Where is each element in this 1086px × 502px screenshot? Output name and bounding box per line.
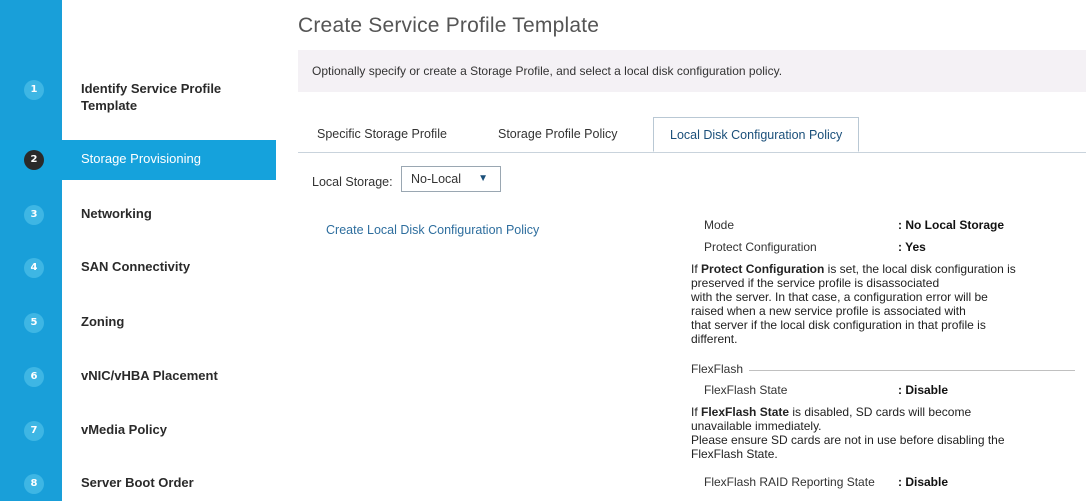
flexflash-raid-value: : Disable: [898, 475, 949, 489]
step-number-badge: 5: [24, 313, 44, 333]
local-storage-value: No-Local: [411, 172, 462, 186]
wizard-step-zoning[interactable]: 5 Zoning: [0, 303, 276, 341]
wizard-step-server-boot-order[interactable]: 8 Server Boot Order: [0, 464, 276, 502]
tab-bar: Specific Storage Profile Storage Profile…: [298, 116, 1086, 153]
section-divider: [749, 370, 1075, 371]
step-number-badge: 3: [24, 205, 44, 225]
step-number-badge: 7: [24, 421, 44, 441]
step-number-badge: 6: [24, 367, 44, 387]
step-number-badge: 2: [24, 150, 44, 170]
flexflash-state-value: : Disable: [898, 383, 949, 397]
wizard-step-san-connectivity[interactable]: 4 SAN Connectivity: [0, 248, 276, 286]
wizard-step-vmedia-policy[interactable]: 7 vMedia Policy: [0, 411, 276, 449]
wizard-step-vnic-vhba-placement[interactable]: 6 vNIC/vHBA Placement: [0, 357, 276, 395]
step-label: Zoning: [81, 314, 125, 329]
info-banner: Optionally specify or create a Storage P…: [298, 50, 1086, 92]
local-storage-label: Local Storage:: [312, 175, 393, 189]
step-label: Storage Provisioning: [81, 151, 201, 166]
flexflash-section-label: FlexFlash: [691, 362, 744, 376]
step-label: vNIC/vHBA Placement: [81, 368, 218, 383]
flexflash-note: If FlexFlash State is disabled, SD cards…: [691, 405, 1005, 461]
mode-label: Mode: [704, 218, 735, 232]
step-label: Networking: [81, 206, 152, 221]
wizard-step-networking[interactable]: 3 Networking: [0, 195, 276, 233]
tab-specific-storage-profile[interactable]: Specific Storage Profile: [317, 116, 447, 152]
dropdown-arrow-icon: ▼: [478, 173, 488, 184]
mode-value: : No Local Storage: [898, 218, 1005, 232]
flexflash-state-label: FlexFlash State: [704, 383, 788, 397]
flexflash-raid-label: FlexFlash RAID Reporting State: [704, 475, 875, 489]
protect-config-note: If Protect Configuration is set, the loc…: [691, 262, 1016, 346]
step-number-badge: 4: [24, 258, 44, 278]
step-label: Identify Service Profile Template: [81, 81, 222, 113]
step-label: vMedia Policy: [81, 422, 167, 437]
protect-config-label: Protect Configuration: [704, 240, 817, 254]
page-title: Create Service Profile Template: [298, 14, 600, 37]
step-number-badge: 8: [24, 474, 44, 494]
step-label: Server Boot Order: [81, 475, 194, 490]
tab-storage-profile-policy[interactable]: Storage Profile Policy: [498, 116, 618, 152]
create-local-disk-policy-link[interactable]: Create Local Disk Configuration Policy: [326, 223, 539, 237]
info-text: Optionally specify or create a Storage P…: [312, 64, 783, 78]
protect-config-value: : Yes: [898, 240, 926, 254]
local-storage-select[interactable]: No-Local ▼: [401, 166, 501, 192]
tab-local-disk-configuration-policy[interactable]: Local Disk Configuration Policy: [653, 117, 860, 152]
wizard-step-identify[interactable]: 1 Identify Service Profile Template: [0, 72, 276, 120]
step-number-badge: 1: [24, 80, 44, 100]
step-label: SAN Connectivity: [81, 259, 191, 274]
wizard-step-storage-provisioning[interactable]: 2 Storage Provisioning: [0, 140, 276, 180]
